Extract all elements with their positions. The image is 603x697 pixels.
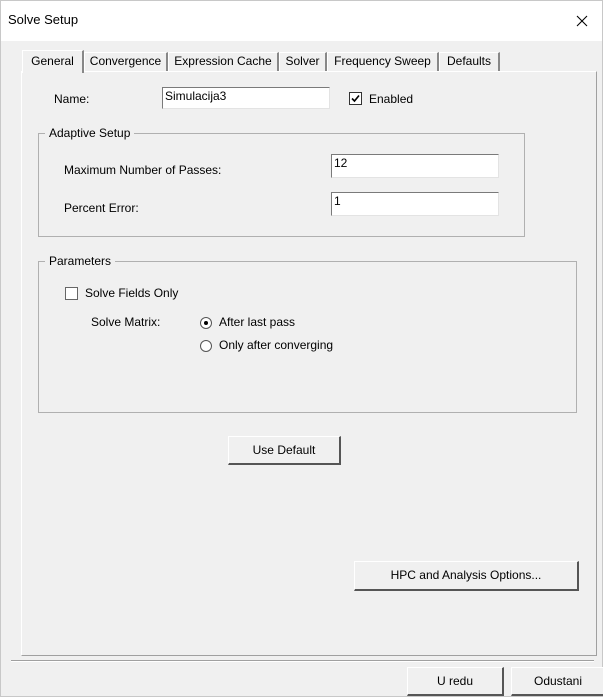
solve-setup-dialog: Solve Setup General Convergence Expressi…: [0, 0, 603, 697]
max-passes-input[interactable]: 12: [331, 154, 499, 178]
tab-label: Convergence: [89, 54, 162, 68]
tab-label: General: [31, 54, 74, 68]
after-last-pass-label: After last pass: [219, 315, 296, 329]
adaptive-setup-group: Adaptive Setup Maximum Number of Passes:…: [38, 126, 525, 237]
radio-dot-icon: [204, 321, 208, 325]
cancel-button[interactable]: Odustani: [511, 667, 603, 696]
tab-general[interactable]: General: [22, 50, 84, 73]
close-icon: [576, 15, 588, 27]
close-button[interactable]: [562, 1, 602, 41]
parameters-title: Parameters: [45, 254, 116, 268]
solve-fields-only-checkbox[interactable]: [65, 287, 78, 300]
tab-defaults[interactable]: Defaults: [439, 52, 500, 71]
tab-label: Frequency Sweep: [334, 54, 431, 68]
tab-solver[interactable]: Solver: [279, 52, 327, 71]
name-label: Name:: [54, 92, 90, 106]
ok-button[interactable]: U redu: [407, 667, 504, 696]
tab-label: Defaults: [446, 54, 492, 68]
checkmark-icon: [351, 94, 360, 103]
footer-separator: [11, 660, 594, 662]
only-after-converging-label: Only after converging: [219, 338, 334, 352]
percent-error-label: Percent Error:: [64, 201, 139, 215]
enabled-checkbox[interactable]: [349, 92, 362, 105]
tab-frequency-sweep[interactable]: Frequency Sweep: [327, 52, 439, 71]
hpc-analysis-options-button[interactable]: HPC and Analysis Options...: [354, 561, 579, 591]
percent-error-input[interactable]: 1: [331, 192, 499, 216]
name-input[interactable]: Simulacija3: [162, 87, 330, 109]
tab-convergence[interactable]: Convergence: [84, 52, 168, 71]
tab-label: Solver: [285, 54, 320, 68]
enabled-label: Enabled: [369, 92, 414, 106]
solve-matrix-label: Solve Matrix:: [91, 315, 161, 329]
use-default-button[interactable]: Use Default: [228, 436, 341, 465]
adaptive-setup-title: Adaptive Setup: [45, 126, 135, 140]
max-passes-label: Maximum Number of Passes:: [64, 163, 222, 177]
general-tab-panel: Name: Simulacija3 Enabled Adaptive Setup…: [21, 71, 597, 656]
window-title: Solve Setup: [8, 12, 79, 27]
title-bar: Solve Setup: [1, 1, 602, 41]
after-last-pass-radio[interactable]: [200, 317, 212, 329]
only-after-converging-radio[interactable]: [200, 340, 212, 352]
solve-fields-only-label: Solve Fields Only: [85, 286, 179, 300]
parameters-group: Parameters Solve Fields Only Solve Matri…: [38, 254, 577, 413]
tab-expression-cache[interactable]: Expression Cache: [168, 52, 279, 71]
tab-label: Expression Cache: [174, 54, 272, 68]
